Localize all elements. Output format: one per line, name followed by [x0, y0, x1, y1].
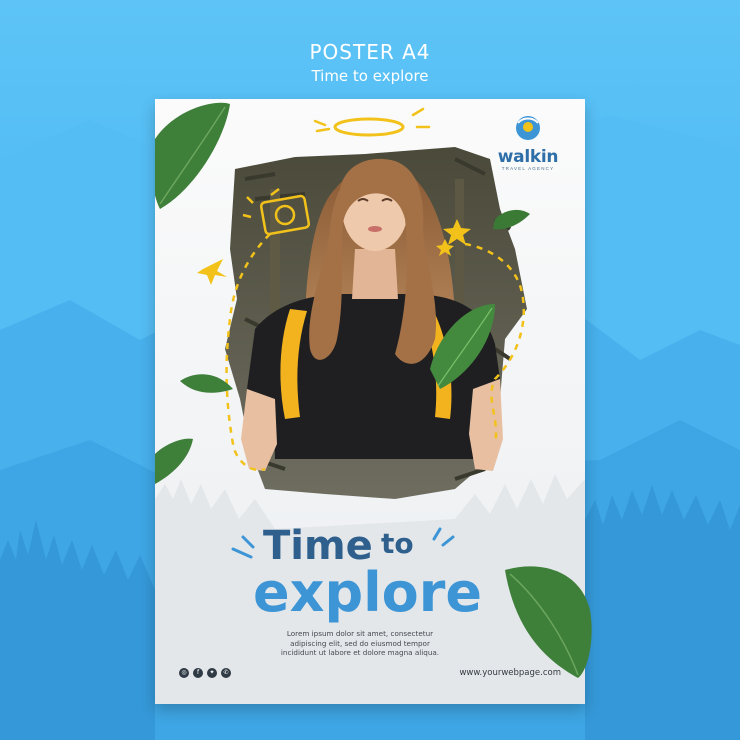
brand-logo: walkin TRAVEL AGENCY [493, 113, 563, 172]
header-title: POSTER A4 [309, 40, 431, 64]
logo-word-walk: walk [497, 147, 541, 167]
website-link[interactable]: www.yourwebpage.com [459, 668, 561, 678]
airplane-doodle [197, 259, 227, 285]
leaf-left-lower [155, 438, 193, 484]
headline-word-explore: explore [253, 561, 482, 624]
social-icons: ◎ f ✦ ✆ [179, 668, 231, 678]
headline-word-to: to [381, 527, 414, 560]
logo-word-in: in [540, 147, 559, 167]
facebook-icon[interactable]: f [193, 668, 203, 678]
forest-left [0, 520, 155, 740]
leaf-left-small [180, 374, 233, 393]
instagram-icon[interactable]: ◎ [179, 668, 189, 678]
whatsapp-icon[interactable]: ✆ [221, 668, 231, 678]
right-hand [469, 379, 503, 471]
lips [368, 226, 382, 232]
logo-tagline: TRAVEL AGENCY [501, 166, 555, 171]
headline: Time to explore [253, 523, 482, 624]
body-copy: Lorem ipsum dolor sit amet, consectetur … [255, 629, 465, 658]
forest-right [585, 485, 740, 740]
halo-doodle [333, 117, 405, 137]
logo-icon [516, 116, 540, 140]
logo-wordmark: walkin [493, 148, 563, 166]
header-subtitle: Time to explore [311, 67, 429, 85]
page-header: POSTER A4 Time to explore [0, 40, 740, 86]
body-line-2: adipiscing elit, sed do eiusmod tempor [290, 638, 430, 648]
twitter-icon[interactable]: ✦ [207, 668, 217, 678]
poster: walkin TRAVEL AGENCY Time to explore Lor… [155, 99, 585, 704]
body-line-1: Lorem ipsum dolor sit amet, consectetur [286, 629, 434, 638]
neck [352, 249, 398, 299]
body-line-3: incididunt ut labore et dolore magna ali… [280, 648, 440, 658]
